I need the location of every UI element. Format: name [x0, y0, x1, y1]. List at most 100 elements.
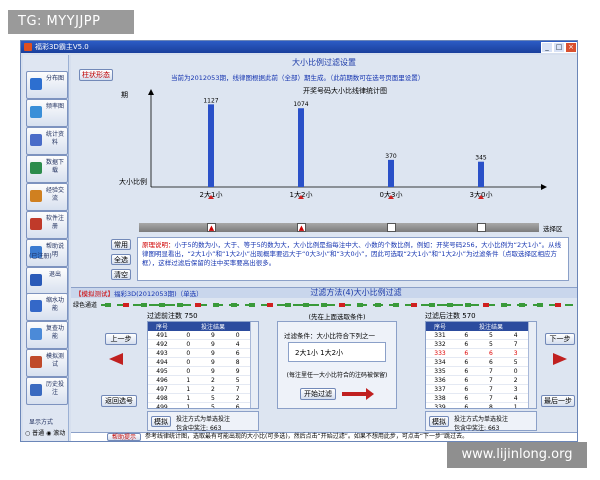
side-top-icon-1 — [30, 106, 42, 118]
side-top-button-3[interactable]: 数据下载 — [26, 155, 68, 183]
app-icon — [24, 43, 32, 51]
table-row[interactable]: 496 1 2 5 — [148, 375, 250, 385]
table-row[interactable]: 336 6 7 2 — [426, 375, 528, 385]
green-lane-label: 绿色通道 — [73, 302, 98, 309]
before-title: 过滤前注数 — [147, 312, 182, 320]
table-cell: 1 — [176, 375, 201, 385]
table-row[interactable]: 494 0 9 8 — [148, 357, 250, 367]
after-count-line: 过滤后注数 570 — [425, 311, 476, 321]
main-area: 大小比例过滤设置 柱状形态 当前为2012053期，线律图根据此前（全部）期生成… — [71, 55, 577, 441]
side-top-button-5[interactable]: 软件注册 — [26, 211, 68, 239]
maximize-button[interactable]: □ — [553, 42, 565, 53]
table-row[interactable]: 495 0 9 9 — [148, 366, 250, 376]
side-bottom-button-1[interactable]: 复查功能 — [26, 321, 68, 349]
table-row[interactable]: 331 6 5 4 — [426, 331, 528, 340]
table-cell: 3 — [503, 384, 528, 394]
side-top-button-2[interactable]: 统计资料 — [26, 127, 68, 155]
principle-text: 小于5的数为小，大于、等于5的数为大，大小比例是指每注中大、小数的个数比例，例如… — [142, 241, 562, 267]
side-bottom-label-0: 缩水功能 — [45, 297, 64, 312]
lane-mark — [375, 303, 381, 307]
table-row[interactable]: 497 1 2 7 — [148, 384, 250, 394]
sim-right-line2-value: 663 — [487, 425, 500, 432]
table-cell: 6 — [454, 384, 479, 394]
table-cell: 6 — [454, 375, 479, 385]
next-arrow-icon — [553, 353, 567, 365]
table-cell: 496 — [148, 375, 176, 385]
clear-button[interactable]: 清空 — [111, 269, 131, 280]
side-bottom-icon-1 — [30, 328, 42, 340]
sim-left-button[interactable]: 模拟 — [151, 416, 171, 427]
table-row[interactable]: 337 6 7 3 — [426, 384, 528, 394]
table-row[interactable]: 334 6 6 5 — [426, 357, 528, 367]
select-checkbox-2[interactable] — [387, 223, 396, 232]
sim-right-button[interactable]: 模拟 — [429, 416, 449, 427]
table-cell: 7 — [478, 393, 504, 403]
close-button[interactable]: × — [565, 42, 577, 53]
title-bar: 福彩3D霸主V5.0 _ □ × — [21, 41, 577, 53]
side-bottom-button-0[interactable]: 缩水功能 — [26, 293, 68, 321]
side-top-button-4[interactable]: 经验交流 — [26, 183, 68, 211]
before-scrollbar[interactable] — [250, 322, 258, 408]
table-row[interactable]: 335 6 7 0 — [426, 366, 528, 376]
table-cell: 1 — [176, 402, 201, 408]
radio-scroll[interactable]: ◉ — [46, 430, 51, 437]
table-cell: 7 — [478, 384, 504, 394]
table-cell: 6 — [225, 402, 250, 408]
sim-right-line2: 包含中奖注: 663 — [454, 423, 499, 432]
select-all-button[interactable]: 全选 — [111, 254, 131, 265]
table-row[interactable]: 491 0 9 0 — [148, 331, 250, 340]
before-count-line: 过滤前注数 750 — [147, 311, 198, 321]
table-cell: 333 — [426, 348, 454, 358]
after-scrollbar[interactable] — [528, 322, 536, 408]
back-to-select-button[interactable]: 返回选号 — [101, 395, 137, 407]
bar-3 — [478, 161, 484, 187]
table-cell: 493 — [148, 348, 176, 358]
radio-normal-label: 普通 — [32, 430, 45, 437]
side-bottom-button-3[interactable]: 历史投注 — [26, 377, 68, 405]
radio-normal[interactable]: ○ — [25, 430, 30, 437]
table-row[interactable]: 338 6 7 4 — [426, 393, 528, 403]
table-cell: 5 — [478, 339, 504, 349]
principle-panel: 原理说明：小于5的数为小，大于、等于5的数为大，大小比例是指每注中大、小数的个数… — [137, 237, 569, 281]
table-cell: 497 — [148, 384, 176, 394]
side-bottom-button-2[interactable]: 模拟测试 — [26, 349, 68, 377]
table-cell: 492 — [148, 339, 176, 349]
lane-mark — [447, 303, 453, 307]
table-row[interactable]: 339 6 8 1 — [426, 402, 528, 408]
select-checkbox-3[interactable] — [477, 223, 486, 232]
table-row[interactable]: 498 1 5 2 — [148, 393, 250, 403]
table-cell: 7 — [225, 384, 250, 394]
prev-step-button[interactable]: 上一步 — [105, 333, 137, 345]
lane-mark — [303, 303, 309, 307]
table-cell: 0 — [176, 331, 201, 340]
side-top-button-7[interactable]: 退出 — [26, 267, 68, 295]
table-row[interactable]: 332 6 5 7 — [426, 339, 528, 349]
select-checkbox-1[interactable]: ▲ — [297, 223, 306, 232]
next-step-button[interactable]: 下一步 — [545, 333, 575, 345]
window-title: 福彩3D霸主V5.0 — [35, 43, 89, 51]
table-cell: 4 — [503, 331, 528, 340]
select-checkbox-0[interactable]: ▲ — [207, 223, 216, 232]
table-cell: 9 — [200, 357, 226, 367]
tab-bar-shape[interactable]: 柱状形态 — [79, 69, 113, 81]
lane-mark — [555, 303, 561, 307]
help-tip-label[interactable]: 帮助提示 — [107, 433, 141, 441]
table-row[interactable]: 493 0 9 6 — [148, 348, 250, 358]
last-step-button[interactable]: 最后一步 — [541, 395, 575, 407]
watermark-bottom: www.lijinlong.org — [447, 442, 587, 468]
table-row[interactable]: 492 0 9 4 — [148, 339, 250, 349]
start-filter-button[interactable]: 开始过滤 — [300, 388, 336, 400]
table-row[interactable]: 333 6 6 3 — [426, 348, 528, 358]
side-top-button-1[interactable]: 频率图 — [26, 99, 68, 127]
minimize-button[interactable]: _ — [541, 42, 553, 53]
table-cell: 1 — [503, 402, 528, 408]
side-top-button-0[interactable]: 分布图 — [26, 71, 68, 99]
common-button[interactable]: 常用 — [111, 239, 131, 250]
condition-value[interactable]: 2大1小 1大2小 — [288, 342, 386, 362]
table-cell: 494 — [148, 357, 176, 367]
bottom-tab: 【模拟测试】福彩3D(2012053期)（单选） — [75, 288, 203, 298]
lane-mark — [267, 303, 273, 307]
table-cell: 335 — [426, 366, 454, 376]
table-row[interactable]: 499 1 5 6 — [148, 402, 250, 408]
side-top-label-4: 经验交流 — [45, 187, 64, 202]
